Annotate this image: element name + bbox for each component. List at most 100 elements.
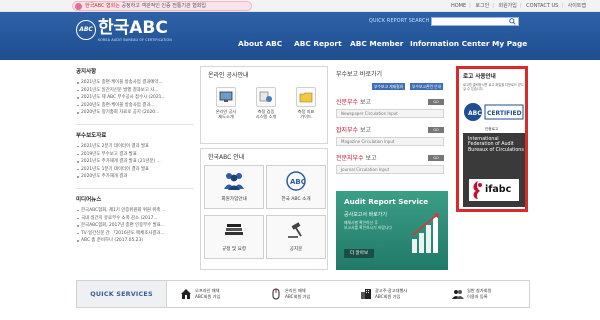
quick-offline-member[interactable]: 오프라인 매체 ABC회원 가입 [179,285,263,305]
list-item[interactable]: 2020년도 주가재개 결과 [76,173,194,181]
go-button[interactable]: GO [428,155,444,161]
ifabc-wordmark: ifabc [485,184,512,195]
report-magazine[interactable]: 잡지부수 보고 GO Magazine Circulation Input [336,126,444,146]
quick-advertiser-member[interactable]: 광고주·광고대행사 ABC회원 가입 [359,285,443,305]
quick-services-bar: QUICK SERVICES 오프라인 매체 ABC회원 가입 온라인 매체 A… [76,280,530,308]
header: ABC 한국ABC KOREA AUDIT BUREAU OF CERTIFIC… [0,12,600,60]
top-link-sitemap[interactable]: 사이트맵 [568,3,586,9]
nav-about-abc[interactable]: About ABC [238,38,282,50]
certified-logo[interactable]: ABC CERTIFIED [463,99,525,125]
list-item[interactable]: 2021년도 일간지신문 발행 결과보고 사... [76,87,194,95]
list-item[interactable]: 2021년도 2분기 데이터이 결과 발표 [76,143,194,151]
site-logo[interactable]: ABC 한국ABC KOREA AUDIT BUREAU OF CERTIFIC… [76,18,172,44]
top-links: HOME | 로그인 | 회원가입 | CONTACT US | 사이트맵 [450,3,586,9]
list-item[interactable]: 2019년도 부수보고 결과 발표 [76,151,194,159]
list-item[interactable]: 한국ABC협회, 2017년 종편 인증부수 발표... [76,222,194,230]
home-icon [179,287,193,301]
tile-label: 측정 지표 가이드 [297,109,315,120]
audit-subtitle: 공사보고서 바로가기 [344,212,387,218]
search-icon[interactable] [506,17,519,26]
ifabc-logo[interactable]: ifabc [469,179,519,201]
ifabc-logo-block[interactable]: International Federation of Audit Bureau… [463,133,525,207]
tile-abc-intro[interactable]: ABC 한국 ABC 소개 [266,165,326,209]
quick-general-member[interactable]: 일반 참가회원 이용자 등록 [451,285,527,305]
list-item[interactable]: 2020년도 정기총회 자료로 공지 (2020... [76,109,194,117]
list-item[interactable]: 한국ABC협회, 제1기 인증위원회 위원 위촉 ... [76,207,194,215]
quick-label: 광고주·광고대행사 ABC회원 가입 [375,288,408,299]
tile-rules[interactable]: 규정 및 요령 [204,215,264,259]
online-guide-panel: 온라인 공사안내 온라인 공사 제도소개 측정 검증 시스템 소개 측정 지표 … [200,66,328,144]
quick-label: 오프라인 매체 ABC회원 가입 [195,288,221,299]
abc-logo-icon: ABC [267,166,325,196]
report-title[interactable]: 부수보도자료 [76,132,194,140]
list-item[interactable]: 2021년도 종편·케이블 방송사업 결과예약... [76,79,194,87]
report-name-suffix: 보고 [358,99,372,106]
report-sub: Magazine Circulation Input [336,137,444,146]
tile-index-guide[interactable]: 측정 지표 가이드 [287,87,325,119]
notice-title[interactable]: 공지사항 [76,68,194,76]
top-link-login[interactable]: 로그인 [475,3,489,9]
report-list: 2021년도 2분기 데이터이 결과 발표 2019년도 부수보고 결과 발표 … [76,143,194,181]
group-icon [451,287,465,301]
tile-membership-guide[interactable]: 회원가입안내 [204,165,264,209]
cert-logo-label: 인증로고 [485,127,499,131]
media-list: 한국ABC협회, 제1기 인증위원회 위원 위촉 ... 국내 일간지 유료부수… [76,207,194,245]
tile-label: 규정 및 요령 [221,247,247,252]
audit-description: 매체사별 확인하신 후 보고서를 확인하시기 바랍니다 [344,220,392,230]
mouse-icon [269,287,283,301]
report-name-suffix: 보고 [358,127,372,134]
tab-report-notice[interactable]: 부수보고 게재협의 [372,83,406,90]
tile-notice[interactable]: 공지문 [266,215,326,259]
top-link-join[interactable]: 회원가입 [498,3,516,9]
notice-badge: 한국ABC 협회는 공정하고 객관적인 인증 전통기관 협회입 [72,1,252,11]
books-icon [205,216,263,246]
report-name-strong: 신문부수 [336,99,359,106]
tile-online-intro[interactable]: 온라인 공사 제도소개 [207,87,245,119]
logo-text: 한국ABC [98,18,168,38]
go-button[interactable]: GO [428,99,444,105]
tile-label: 회원가입안내 [221,197,247,202]
list-item[interactable]: 국내 일간지 유료부수 소폭 감소 (2017... [76,215,194,223]
audit-title: Audit Report Service [344,197,429,206]
quick-search-label: QUICK REPORT SEARCH [369,19,430,24]
report-journal[interactable]: 전문지부수 보고 GO Journal Circulation Input [336,154,444,174]
audit-report-banner[interactable]: Audit Report Service 공사보고서 바로가기 매체사별 확인하… [336,191,448,270]
audit-more-button[interactable]: 더 알아보 [344,249,374,258]
tab-report-guide[interactable]: 부수보고관련 안내 [410,83,444,90]
media-title[interactable]: 미디어뉴스 [76,196,194,204]
logo-subtitle: KOREA AUDIT BUREAU OF CERTIFICATION [98,38,172,42]
nav-abc-report[interactable]: ABC Report [294,38,342,50]
list-item[interactable]: ABC 총 준비하나 (2017.05.23) [76,237,194,245]
list-item[interactable]: TV·일간신문 간 「2016년도 매체조사결과... [76,230,194,238]
tile-label: 온라인 공사 제도소개 [215,109,237,120]
tile-measure-system[interactable]: 측정 검증 시스템 소개 [247,87,285,119]
report-name-strong: 전문지부수 [336,155,364,162]
quick-services-title: QUICK SERVICES [77,281,167,307]
left-column: 공지사항 2021년도 종편·케이블 방송사업 결과예약... 2021년도 일… [76,68,194,245]
top-link-contact[interactable]: CONTACT US [526,3,558,9]
nav-my-page[interactable]: My Page [492,38,527,50]
list-item[interactable]: 2020년도 종편·케이블 방송사업 결과... [76,102,194,110]
logo-guide-title: 로고 사용안내 [463,74,496,80]
report-newspaper[interactable]: 신문부수 보고 GO Newspaper Circulation Input [336,98,444,118]
quick-label: 온라인 매체 ABC회원 가입 [285,288,311,299]
report-sub: Journal Circulation Input [336,165,444,174]
logo-mark: ABC [76,20,96,40]
logo-usage-guide: 로고 사용안내 로고를 클릭하시면 로고 파일을 다운로드 받으실 수 있습니다… [456,66,528,212]
building-icon [359,287,373,301]
tile-label: 공지문 [289,247,303,252]
nav-information-center[interactable]: Information Center [410,38,490,50]
panel-title: 한국ABC 안내 [208,154,245,161]
list-item[interactable]: 2021년도 1분기 데이터이 결과 발표 [76,166,194,174]
top-link-home[interactable]: HOME [451,3,466,9]
nav-abc-member[interactable]: ABC Member [350,38,403,50]
audit-desc-line: 보고서를 확인하시기 바랍니다 [344,225,392,230]
logo-guide-desc: 로고를 클릭하시면 로고 파일을 다운로드 받으실 수 있습니다. [463,83,524,92]
go-button[interactable]: GO [428,127,444,133]
quick-online-member[interactable]: 온라인 매체 ABC회원 가입 [269,285,353,305]
list-item[interactable]: 2021년도 주가재개 결과 발표 (21년분) ... [76,158,194,166]
bar-chart-icon [410,213,442,259]
list-item[interactable]: 2021년도 제 ABC 부수공사 접수시 (2021... [76,94,194,102]
divider [76,187,194,189]
panel-title: 온라인 공사안내 [208,72,249,79]
